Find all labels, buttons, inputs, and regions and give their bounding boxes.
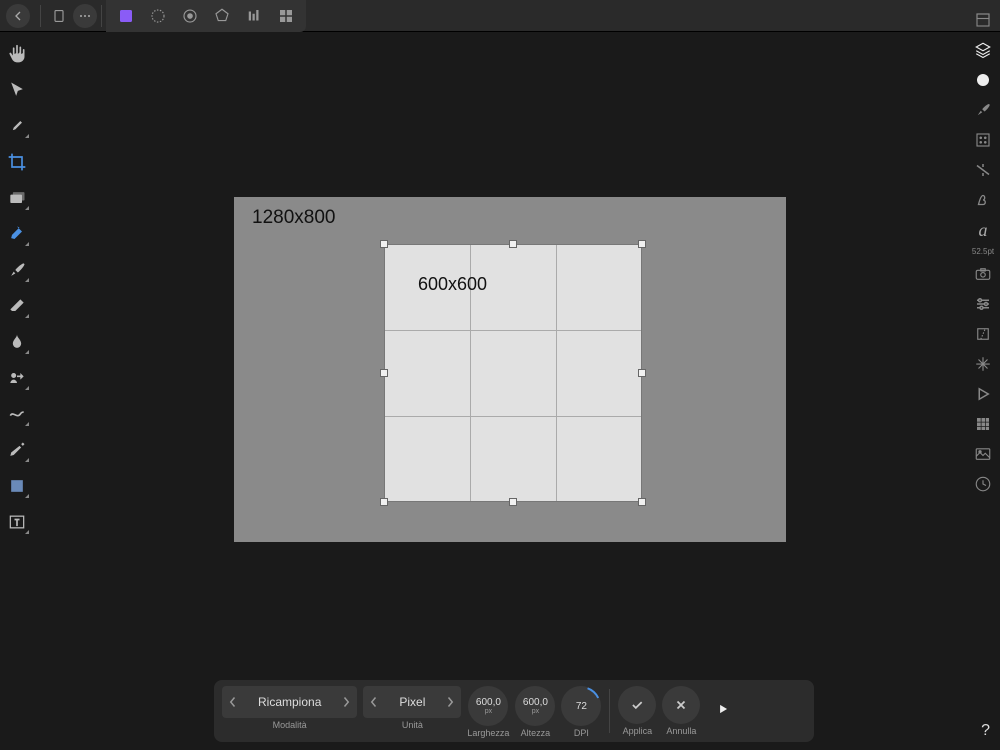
paint-brush-tool[interactable]	[3, 254, 31, 286]
crop-handle-br[interactable]	[638, 498, 646, 506]
studio-toggle-icon[interactable]	[971, 8, 995, 32]
width-field[interactable]: 600,0 px	[468, 686, 508, 726]
divider	[101, 5, 102, 27]
chevron-right-icon[interactable]	[335, 686, 357, 718]
mode-label: Modalità	[273, 720, 307, 730]
cancel-button[interactable]	[662, 686, 700, 724]
width-group: 600,0 px Larghezza	[467, 686, 509, 738]
effects-panel-icon[interactable]	[971, 188, 995, 212]
crop-handle-bl[interactable]	[380, 498, 388, 506]
height-group: 600,0 px Altezza	[515, 686, 555, 738]
document-size-label: 1280x800	[252, 207, 335, 229]
units-selector[interactable]: Pixel	[363, 686, 461, 718]
apply-button[interactable]	[618, 686, 656, 724]
crop-size-label: 600x600	[418, 274, 487, 295]
export-persona-icon[interactable]	[242, 4, 266, 28]
units-group: Pixel Unità	[363, 686, 461, 730]
photo-persona-icon[interactable]	[114, 4, 138, 28]
font-size-label: 52.5pt	[966, 248, 1000, 256]
crop-handle-tc[interactable]	[509, 240, 517, 248]
chevron-left-icon[interactable]	[363, 686, 385, 718]
divider	[40, 5, 41, 27]
divider	[609, 689, 610, 733]
swatches-panel-icon[interactable]	[971, 128, 995, 152]
canvas-area[interactable]: 1280x800 600x600	[34, 32, 966, 750]
layers-panel-icon[interactable]	[971, 38, 995, 62]
color-picker-tool[interactable]	[3, 110, 31, 142]
persona-tabs	[106, 0, 306, 32]
units-value: Pixel	[385, 695, 439, 709]
stock-panel-icon[interactable]	[971, 262, 995, 286]
crop-grid-line	[556, 244, 557, 502]
left-toolbar	[0, 32, 34, 750]
adjustments-panel-icon[interactable]	[971, 158, 995, 182]
back-button[interactable]	[6, 4, 30, 28]
develop-persona-icon[interactable]	[178, 4, 202, 28]
cancel-label: Annulla	[666, 726, 696, 736]
height-field[interactable]: 600,0 px	[515, 686, 555, 726]
erase-tool[interactable]	[3, 290, 31, 322]
navigator-panel-icon[interactable]	[971, 352, 995, 376]
hand-tool[interactable]	[3, 38, 31, 70]
crop-handle-mr[interactable]	[638, 369, 646, 377]
text-panel-icon[interactable]: a	[971, 218, 995, 242]
dpi-field[interactable]: 72	[561, 686, 601, 726]
crop-handle-tl[interactable]	[380, 240, 388, 248]
height-label: Altezza	[521, 728, 551, 738]
crop-grid-line	[384, 330, 642, 331]
move-tool[interactable]	[3, 74, 31, 106]
document-menu-button[interactable]	[45, 2, 73, 30]
crop-handle-tr[interactable]	[638, 240, 646, 248]
cancel-group: Annulla	[662, 686, 700, 736]
mode-selector[interactable]: Ricampiona	[222, 686, 357, 718]
color-panel-icon[interactable]	[971, 68, 995, 92]
crop-handle-bc[interactable]	[509, 498, 517, 506]
width-label: Larghezza	[467, 728, 509, 738]
transform-panel-icon[interactable]	[971, 322, 995, 346]
healing-tool[interactable]	[3, 398, 31, 430]
top-bar	[0, 0, 1000, 32]
pen-tool[interactable]	[3, 434, 31, 466]
slices-persona-icon[interactable]	[274, 4, 298, 28]
history-panel-icon[interactable]	[971, 472, 995, 496]
shape-tool[interactable]	[3, 470, 31, 502]
mode-group: Ricampiona Modalità	[222, 686, 357, 730]
clone-tool[interactable]	[3, 362, 31, 394]
units-label: Unità	[402, 720, 423, 730]
liquify-persona-icon[interactable]	[146, 4, 170, 28]
selection-tool[interactable]	[3, 182, 31, 214]
crop-handle-ml[interactable]	[380, 369, 388, 377]
document-canvas[interactable]: 1280x800 600x600	[234, 197, 786, 542]
media-panel-icon[interactable]	[971, 442, 995, 466]
macro-panel-icon[interactable]	[971, 382, 995, 406]
flood-select-tool[interactable]	[3, 218, 31, 250]
width-value: 600,0	[476, 697, 501, 708]
tone-map-persona-icon[interactable]	[210, 4, 234, 28]
brushes-panel-icon[interactable]	[971, 98, 995, 122]
chevron-left-icon[interactable]	[222, 686, 244, 718]
height-unit: px	[532, 708, 539, 715]
assets-panel-icon[interactable]	[971, 412, 995, 436]
crop-tool[interactable]	[3, 146, 31, 178]
dpi-value: 72	[576, 701, 587, 712]
context-toolbar: Ricampiona Modalità Pixel Unità 600,0 px…	[214, 680, 814, 742]
crop-box[interactable]: 600x600	[384, 244, 642, 502]
play-icon[interactable]	[716, 702, 734, 720]
sliders-panel-icon[interactable]	[971, 292, 995, 316]
crop-grid-line	[384, 416, 642, 417]
smudge-tool[interactable]	[3, 326, 31, 358]
apply-group: Applica	[618, 686, 656, 736]
right-panel-strip: a 52.5pt	[966, 6, 1000, 750]
width-unit: px	[485, 708, 492, 715]
height-value: 600,0	[523, 697, 548, 708]
help-button[interactable]: ?	[981, 722, 990, 740]
apply-label: Applica	[623, 726, 653, 736]
text-tool[interactable]	[3, 506, 31, 538]
dpi-label: DPI	[574, 728, 589, 738]
mode-value: Ricampiona	[244, 695, 335, 709]
dpi-group: 72 DPI	[561, 686, 601, 738]
chevron-right-icon[interactable]	[439, 686, 461, 718]
more-menu-button[interactable]	[73, 4, 97, 28]
